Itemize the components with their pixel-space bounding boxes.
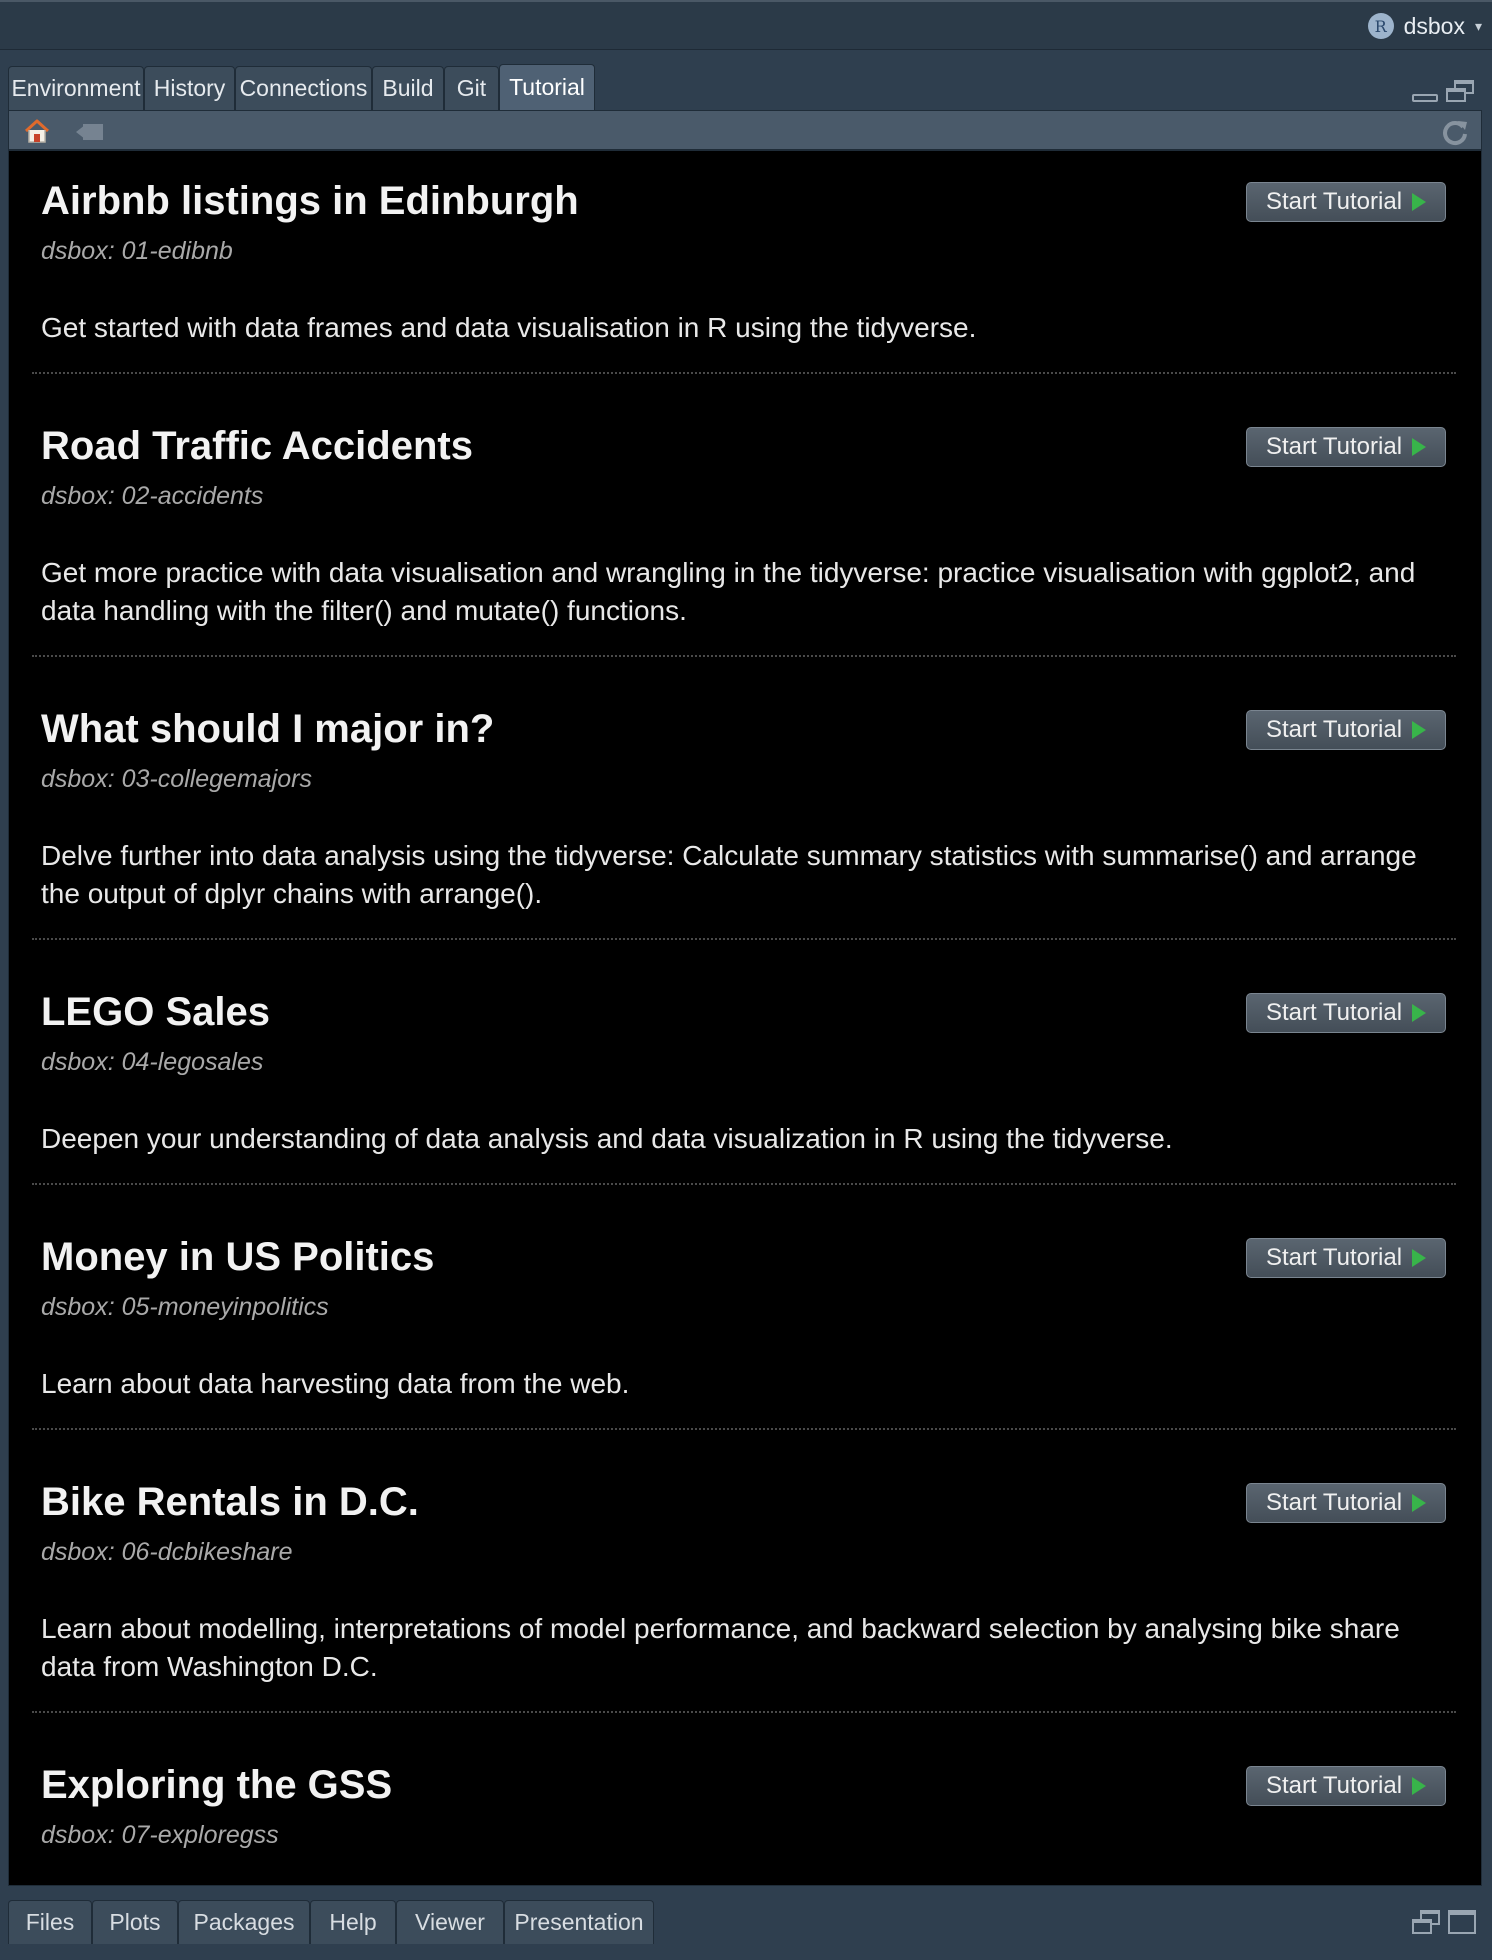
tutorial-description: Learn about modelling, interpretations o… [41,1613,1400,1682]
divider [32,1711,1456,1713]
start-tutorial-button[interactable]: Start Tutorial [1246,993,1446,1033]
start-tutorial-label: Start Tutorial [1265,999,1403,1026]
top-bar: R dsbox ▾ [0,0,1492,50]
tutorial-list: Airbnb listings in Edinburgh dsbox: 01-e… [8,150,1482,1886]
play-icon [1412,1004,1427,1022]
start-tutorial-button[interactable]: Start Tutorial [1246,710,1446,750]
start-tutorial-button[interactable]: Start Tutorial [1246,1238,1446,1278]
tutorial-package: dsbox: 06-dcbikeshare [41,1538,293,1566]
tab-help[interactable]: Help [310,1900,396,1944]
tutorial-toolbar [8,110,1482,150]
tutorial-title: Airbnb listings in Edinburgh [41,179,579,223]
start-tutorial-button[interactable]: Start Tutorial [1246,1483,1446,1523]
divider [32,1183,1456,1185]
refresh-icon[interactable] [1441,118,1469,146]
tutorial-title: Bike Rentals in D.C. [41,1480,419,1524]
tutorial-title: What should I major in? [41,707,495,751]
tutorial-package: dsbox: 02-accidents [41,482,264,510]
play-icon [1412,721,1427,739]
tutorial-package: dsbox: 03-collegemajors [41,765,312,793]
play-icon [1412,1494,1427,1512]
play-icon [1412,193,1427,211]
start-tutorial-label: Start Tutorial [1265,188,1403,215]
play-icon [1412,1777,1427,1795]
tab-connections[interactable]: Connections [235,66,372,110]
tutorial-description: Get started with data frames and data vi… [41,312,977,343]
project-name: dsbox [1403,12,1465,39]
start-tutorial-label: Start Tutorial [1265,1489,1403,1516]
start-tutorial-label: Start Tutorial [1265,716,1403,743]
restore-pane-icon[interactable] [1412,1910,1440,1934]
tutorial-package: dsbox: 05-moneyinpolitics [41,1293,329,1321]
r-project-icon: R [1367,13,1394,39]
home-icon[interactable] [23,117,51,145]
tab-files[interactable]: Files [8,1900,92,1944]
play-icon [1412,1249,1427,1267]
tutorial-description: Deepen your understanding of data analys… [41,1123,1173,1154]
tutorial-description: Get more practice with data visualisatio… [41,557,1416,626]
pane-window-controls [1412,80,1474,102]
play-icon [1412,438,1427,456]
bottom-pane-window-controls [1412,1910,1476,1934]
tutorial-package: dsbox: 04-legosales [41,1048,264,1076]
maximize-pane-icon[interactable] [1446,80,1474,102]
start-tutorial-label: Start Tutorial [1265,1244,1403,1271]
back-icon[interactable] [75,121,105,143]
start-tutorial-label: Start Tutorial [1265,433,1403,460]
divider [32,938,1456,940]
tab-git[interactable]: Git [444,66,499,110]
tutorial-title: Money in US Politics [41,1235,435,1279]
tutorial-package: dsbox: 01-edibnb [41,237,233,265]
maximize-pane-icon[interactable] [1448,1910,1476,1934]
tab-history[interactable]: History [144,66,235,110]
start-tutorial-button[interactable]: Start Tutorial [1246,427,1446,467]
tutorial-description: Delve further into data analysis using t… [41,840,1417,909]
start-tutorial-button[interactable]: Start Tutorial [1246,182,1446,222]
tutorial-package: dsbox: 07-exploregss [41,1821,279,1849]
project-menu[interactable]: R dsbox ▾ [1367,10,1482,42]
tutorial-title: Exploring the GSS [41,1763,393,1807]
tutorial-title: Road Traffic Accidents [41,424,473,468]
tab-presentation[interactable]: Presentation [504,1900,654,1944]
divider [32,372,1456,374]
divider [32,1428,1456,1430]
bottom-right-pane-tabstrip: Files Plots Packages Help Viewer Present… [8,1898,1482,1948]
tab-plots[interactable]: Plots [92,1900,178,1944]
chevron-down-icon: ▾ [1474,17,1482,34]
tab-environment[interactable]: Environment [8,66,144,110]
pane-tabstrip: Environment History Connections Build Gi… [8,64,1482,110]
tab-packages[interactable]: Packages [178,1900,310,1944]
start-tutorial-label: Start Tutorial [1265,1772,1403,1799]
tab-viewer[interactable]: Viewer [396,1900,504,1944]
tutorial-title: LEGO Sales [41,990,270,1034]
divider [32,655,1456,657]
tab-build[interactable]: Build [372,66,444,110]
start-tutorial-button[interactable]: Start Tutorial [1246,1766,1446,1806]
top-right-pane: Environment History Connections Build Gi… [8,64,1482,1886]
minimize-pane-icon[interactable] [1412,94,1438,102]
tab-tutorial[interactable]: Tutorial [499,64,595,110]
tutorial-description: Learn about data harvesting data from th… [41,1368,630,1399]
